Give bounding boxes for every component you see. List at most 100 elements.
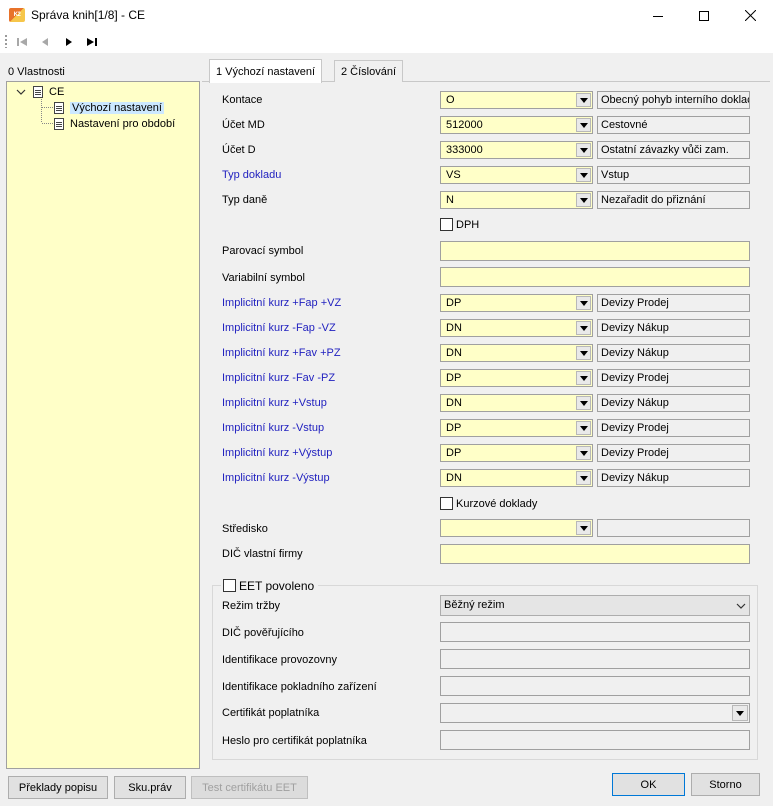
certifikat-poplatnika-combo[interactable]: [440, 703, 750, 723]
next-record-button[interactable]: [62, 35, 76, 48]
stredisko-combo[interactable]: [440, 519, 593, 537]
kurz-combo[interactable]: DP: [440, 444, 593, 462]
identifikace-pokladniho-zarizeni-label: Identifikace pokladního zařízení: [222, 681, 377, 693]
test-certifikatu-button[interactable]: Test certifikátu EET: [191, 776, 308, 799]
dph-checkbox[interactable]: DPH: [440, 218, 479, 231]
dropdown-arrow-icon[interactable]: [576, 93, 591, 107]
typ-dokladu-combo[interactable]: VS: [440, 166, 593, 184]
previous-record-button[interactable]: [38, 35, 52, 48]
dropdown-arrow-icon[interactable]: [576, 421, 591, 435]
kurz-value: DP: [446, 372, 462, 384]
identifikace-pokladniho-zarizeni-input[interactable]: [440, 676, 750, 696]
dic-poverujiciho-input[interactable]: [440, 622, 750, 642]
kurzove-doklady-label: Kurzové doklady: [456, 497, 538, 510]
maximize-button[interactable]: [681, 0, 727, 31]
dic-vlastni-firmy-input[interactable]: [440, 544, 750, 564]
document-icon: [33, 86, 43, 98]
tree-node-default-settings[interactable]: Výchozí nastavení: [54, 100, 164, 116]
checkbox-box[interactable]: [223, 579, 236, 592]
checkbox-box[interactable]: [440, 497, 453, 510]
properties-tree[interactable]: CE Výchozí nastavení Nastavení pro obdob…: [6, 81, 200, 769]
minimize-button[interactable]: [635, 0, 681, 31]
dropdown-arrow-icon[interactable]: [576, 396, 591, 410]
kurz-label[interactable]: Implicitní kurz +Fav +PZ: [222, 344, 341, 362]
preklady-popisu-button[interactable]: Překlady popisu: [8, 776, 108, 799]
dph-label: DPH: [456, 218, 480, 231]
kurz-combo[interactable]: DN: [440, 469, 593, 487]
typ-dokladu-label[interactable]: Typ dokladu: [222, 166, 281, 184]
kurz-combo[interactable]: DN: [440, 394, 593, 412]
kurzove-doklady-checkbox[interactable]: Kurzové doklady: [440, 497, 537, 510]
identifikace-provozovny-label: Identifikace provozovny: [222, 654, 337, 666]
close-button[interactable]: [727, 0, 773, 31]
rezim-trzby-select[interactable]: Běžný režim: [440, 595, 750, 616]
parovaci-symbol-input[interactable]: [440, 241, 750, 261]
kurz-value: DN: [446, 397, 462, 409]
tree-node-root-label: CE: [49, 86, 65, 98]
kontace-label: Kontace: [222, 94, 263, 106]
dropdown-arrow-icon[interactable]: [576, 521, 591, 535]
kontace-desc: Obecný pohyb interního doklac: [597, 91, 750, 109]
kurz-label[interactable]: Implicitní kurz -Vstup: [222, 419, 324, 437]
next-record-icon: [66, 37, 72, 46]
identifikace-provozovny-input[interactable]: [440, 649, 750, 669]
kurz-desc: Devizy Prodej: [597, 419, 750, 437]
ucet-d-desc: Ostatní závazky vůči zam.: [597, 141, 750, 159]
stredisko-desc: [597, 519, 750, 537]
kontace-combo[interactable]: O: [440, 91, 593, 109]
variabilni-symbol-input[interactable]: [440, 267, 750, 287]
sku-prav-button[interactable]: Sku.práv: [114, 776, 186, 799]
dropdown-arrow-icon[interactable]: [576, 143, 591, 157]
dropdown-arrow-icon[interactable]: [576, 446, 591, 460]
kurz-label[interactable]: Implicitní kurz +Vstup: [222, 394, 327, 412]
kurz-label[interactable]: Implicitní kurz -Fav -PZ: [222, 369, 335, 387]
kurz-label[interactable]: Implicitní kurz +Fap +VZ: [222, 294, 341, 312]
typ-dokladu-desc: Vstup: [597, 166, 750, 184]
kurz-combo[interactable]: DP: [440, 419, 593, 437]
dic-poverujiciho-label: DIČ pověřujícího: [222, 627, 304, 639]
dropdown-arrow-icon[interactable]: [576, 471, 591, 485]
kurz-combo[interactable]: DP: [440, 369, 593, 387]
navigation-toolbar: [0, 31, 773, 53]
heslo-certifikat-input[interactable]: [440, 730, 750, 750]
dropdown-arrow-icon[interactable]: [576, 193, 591, 207]
ucet-md-desc: Cestovné: [597, 116, 750, 134]
dropdown-arrow-icon[interactable]: [576, 168, 591, 182]
eet-checkbox[interactable]: EET povoleno: [221, 578, 319, 593]
kurz-combo[interactable]: DN: [440, 319, 593, 337]
checkbox-box[interactable]: [440, 218, 453, 231]
ok-button[interactable]: OK: [612, 773, 685, 796]
ucet-d-combo[interactable]: 333000: [440, 141, 593, 159]
last-record-button[interactable]: [85, 35, 99, 48]
dropdown-arrow-icon[interactable]: [576, 296, 591, 310]
tab-default-settings[interactable]: 1 Výchozí nastavení: [209, 59, 323, 83]
document-icon: [54, 118, 64, 130]
stredisko-label: Středisko: [222, 523, 268, 535]
eet-title: EET povoleno: [239, 578, 315, 593]
typ-dane-combo[interactable]: N: [440, 191, 593, 209]
dropdown-arrow-icon[interactable]: [576, 371, 591, 385]
tree-node-root[interactable]: CE: [16, 84, 64, 100]
rezim-trzby-label: Režim tržby: [222, 600, 281, 612]
tree-node-period-settings[interactable]: Nastavení pro období: [54, 116, 175, 132]
dropdown-arrow-icon[interactable]: [576, 346, 591, 360]
kurz-value: DN: [446, 347, 462, 359]
toolbar-grip[interactable]: [5, 35, 7, 48]
title-bar: K2 Správa knih[1/8] - CE: [0, 0, 773, 31]
first-record-button[interactable]: [15, 35, 29, 48]
kurz-combo[interactable]: DN: [440, 344, 593, 362]
dropdown-arrow-icon[interactable]: [732, 705, 748, 721]
dropdown-arrow-icon[interactable]: [576, 321, 591, 335]
storno-button[interactable]: Storno: [691, 773, 760, 796]
first-record-icon: [17, 37, 27, 46]
ucet-md-value: 512000: [446, 119, 483, 131]
tab-numbering[interactable]: 2 Číslování: [334, 60, 404, 82]
dropdown-arrow-icon[interactable]: [576, 118, 591, 132]
app-icon: K2: [9, 8, 25, 22]
kurz-combo[interactable]: DP: [440, 294, 593, 312]
kurz-label[interactable]: Implicitní kurz -Fap -VZ: [222, 319, 336, 337]
kurz-label[interactable]: Implicitní kurz +Výstup: [222, 444, 332, 462]
parovaci-symbol-label: Parovací symbol: [222, 245, 304, 257]
ucet-md-combo[interactable]: 512000: [440, 116, 593, 134]
kurz-label[interactable]: Implicitní kurz -Výstup: [222, 469, 330, 487]
